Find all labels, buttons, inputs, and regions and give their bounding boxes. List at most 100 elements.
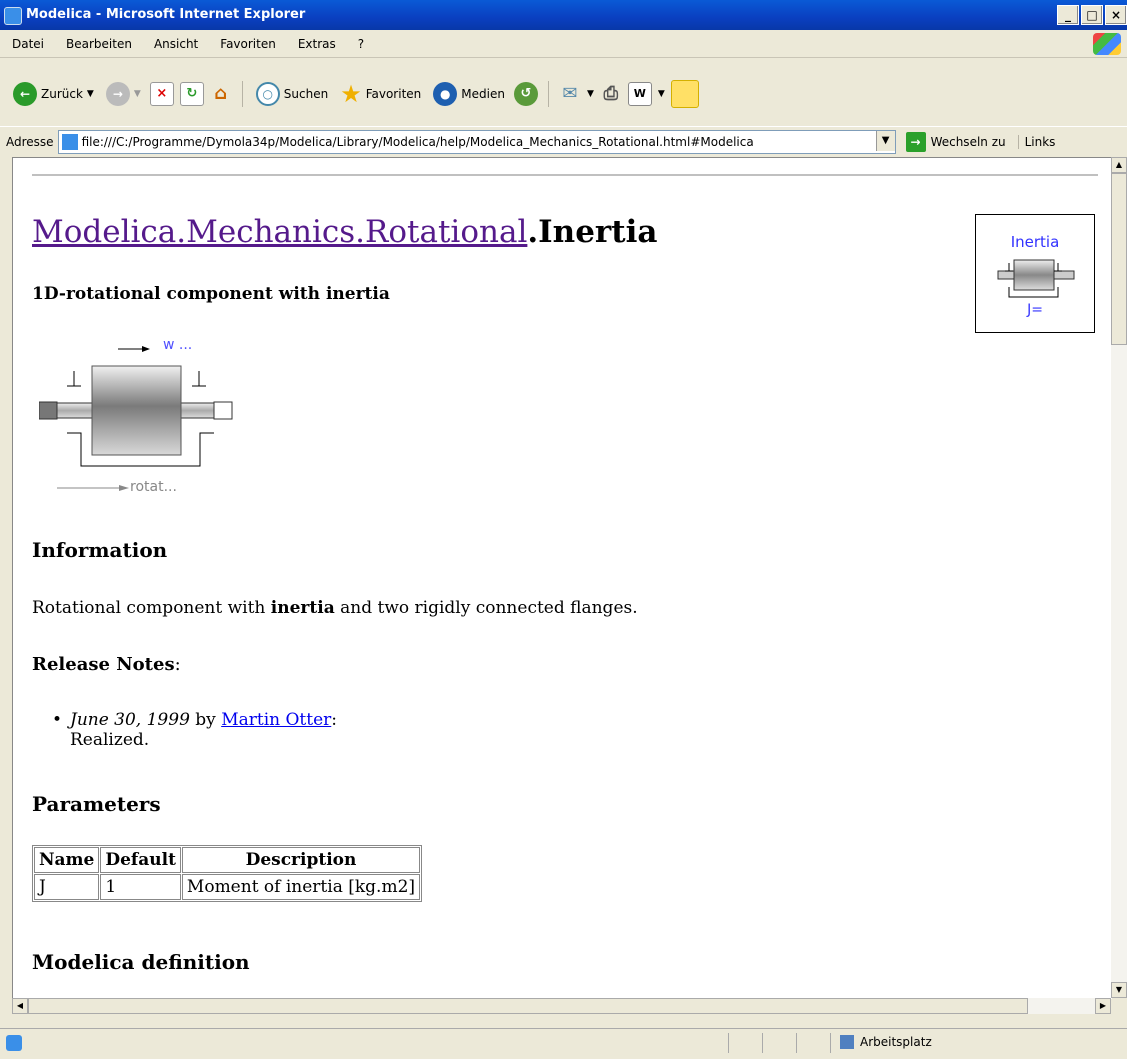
address-url[interactable]: file:///C:/Programme/Dymola34p/Modelica/…	[82, 135, 754, 149]
info-text-part: Rotational component with	[32, 598, 271, 618]
back-button[interactable]: ← Zurück ▼	[10, 78, 97, 110]
bullet: •	[52, 710, 63, 730]
page-content: Modelica.Mechanics.Rotational.Inertia In…	[12, 157, 1112, 999]
release-colon: :	[331, 710, 337, 730]
forward-button[interactable]: → ▼	[103, 78, 144, 110]
page-title: Modelica.Mechanics.Rotational.Inertia	[32, 214, 657, 250]
toolbar-separator	[547, 81, 549, 107]
parameters-table: Name Default Description J 1 Moment of i…	[32, 845, 423, 902]
status-divider	[728, 1033, 729, 1053]
window-title: Modelica - Microsoft Internet Explorer	[26, 7, 306, 22]
zone-label: Arbeitsplatz	[860, 1035, 932, 1049]
windows-logo-icon	[1093, 33, 1121, 55]
menu-favoriten[interactable]: Favoriten	[208, 37, 286, 51]
scroll-thumb[interactable]	[28, 998, 1028, 1014]
address-label: Adresse	[6, 135, 54, 149]
search-icon: ○	[255, 82, 280, 106]
chevron-down-icon: ▼	[133, 89, 141, 99]
menu-bearbeiten[interactable]: Bearbeiten	[54, 37, 142, 51]
minimize-button[interactable]: _	[1057, 5, 1079, 25]
go-arrow-icon: →	[905, 132, 926, 152]
table-cell: J	[34, 874, 100, 900]
mail-icon[interactable]: ✉	[559, 83, 581, 105]
favorites-button[interactable]: ★ Favoriten	[337, 78, 424, 110]
ie-icon	[4, 7, 22, 25]
author-link[interactable]: Martin Otter	[221, 710, 331, 730]
column-header: Name	[34, 847, 100, 873]
chevron-down-icon[interactable]: ▼	[658, 89, 665, 99]
information-text: Rotational component with inertia and tw…	[32, 598, 638, 618]
media-label: Medien	[461, 87, 505, 101]
chevron-down-icon[interactable]: ▼	[587, 89, 594, 99]
info-bold: inertia	[270, 598, 335, 618]
status-divider	[830, 1033, 831, 1053]
home-icon[interactable]: ⌂	[210, 83, 232, 105]
title-bar: Modelica - Microsoft Internet Explorer _…	[0, 0, 1127, 30]
column-header: Default	[100, 847, 181, 873]
history-icon[interactable]: ↺	[513, 82, 538, 106]
security-zone: Arbeitsplatz	[840, 1035, 932, 1049]
subtitle: 1D-rotational component with inertia	[32, 284, 390, 304]
modelica-definition-heading: Modelica definition	[32, 950, 250, 974]
page-status-icon	[6, 1035, 22, 1051]
back-arrow-icon: ←	[13, 82, 37, 106]
star-icon: ★	[340, 80, 362, 108]
media-button[interactable]: ● Medien	[430, 78, 508, 110]
refresh-icon[interactable]: ↻	[179, 82, 204, 106]
table-cell: 1	[100, 874, 181, 900]
chevron-down-icon[interactable]: ▼	[875, 131, 895, 151]
forward-arrow-icon: →	[105, 82, 130, 106]
print-icon[interactable]: ⎙	[600, 83, 622, 105]
menu-help[interactable]: ?	[346, 37, 374, 51]
table-header-row: Name Default Description	[34, 847, 421, 873]
scroll-down-icon[interactable]: ▼	[1111, 982, 1127, 998]
release-by: by	[189, 710, 222, 730]
close-button[interactable]: ×	[1105, 5, 1127, 25]
horizontal-rule	[32, 174, 1098, 176]
status-divider	[796, 1033, 797, 1053]
scroll-left-icon[interactable]: ◀	[12, 998, 28, 1014]
icon-param-label: J=	[1027, 302, 1043, 318]
messenger-icon[interactable]	[670, 80, 699, 108]
info-text-part: and two rigidly connected flanges.	[334, 598, 638, 618]
search-button[interactable]: ○ Suchen	[253, 78, 331, 110]
title-rest: .Inertia	[527, 214, 658, 250]
menu-extras[interactable]: Extras	[286, 37, 346, 51]
column-header: Description	[181, 847, 421, 873]
horizontal-scrollbar[interactable]: ◀ ▶	[12, 998, 1111, 1014]
parameters-heading: Parameters	[32, 792, 161, 816]
go-button[interactable]: → Wechseln zu	[905, 132, 1006, 152]
address-input[interactable]: file:///C:/Programme/Dymola34p/Modelica/…	[57, 130, 896, 154]
release-date: June 30, 1999	[70, 710, 190, 730]
vertical-scrollbar[interactable]: ▲ ▼	[1111, 157, 1127, 998]
scroll-thumb[interactable]	[1111, 173, 1127, 345]
links-button[interactable]: Links	[1017, 135, 1055, 149]
package-link[interactable]: Modelica.Mechanics.Rotational	[32, 214, 527, 250]
menu-ansicht[interactable]: Ansicht	[142, 37, 208, 51]
page-icon	[61, 134, 78, 150]
scroll-right-icon[interactable]: ▶	[1095, 998, 1111, 1014]
menu-datei[interactable]: Datei	[0, 37, 54, 51]
release-note: Realized.	[70, 730, 150, 750]
search-label: Suchen	[283, 87, 329, 101]
favorites-label: Favoriten	[365, 87, 422, 101]
table-row: J 1 Moment of inertia [kg.m2]	[34, 874, 421, 900]
status-bar: Arbeitsplatz	[0, 1028, 1127, 1059]
edit-icon[interactable]: W	[627, 82, 652, 106]
media-icon: ●	[433, 82, 458, 106]
maximize-button[interactable]: □	[1081, 5, 1103, 25]
diagram-bottom-label: rotat...	[130, 479, 177, 495]
scroll-up-icon[interactable]: ▲	[1111, 157, 1127, 173]
toolbar-separator	[241, 81, 243, 107]
release-notes-heading: Release Notes:	[32, 654, 181, 675]
inertia-diagram	[38, 346, 233, 491]
chevron-down-icon: ▼	[86, 89, 94, 99]
release-colon: :	[174, 654, 181, 675]
stop-icon[interactable]: ×	[149, 82, 174, 106]
diagram-top-label: w ...	[163, 337, 193, 353]
toolbar: ← Zurück ▼ → ▼ × ↻ ⌂ ○ Suchen ★ Favorite…	[0, 58, 1127, 126]
component-diagram: w ... rotat...	[38, 336, 249, 501]
back-label: Zurück	[41, 87, 83, 101]
address-bar: Adresse file:///C:/Programme/Dymola34p/M…	[0, 126, 1127, 157]
release-notes-title: Release Notes	[32, 654, 175, 675]
